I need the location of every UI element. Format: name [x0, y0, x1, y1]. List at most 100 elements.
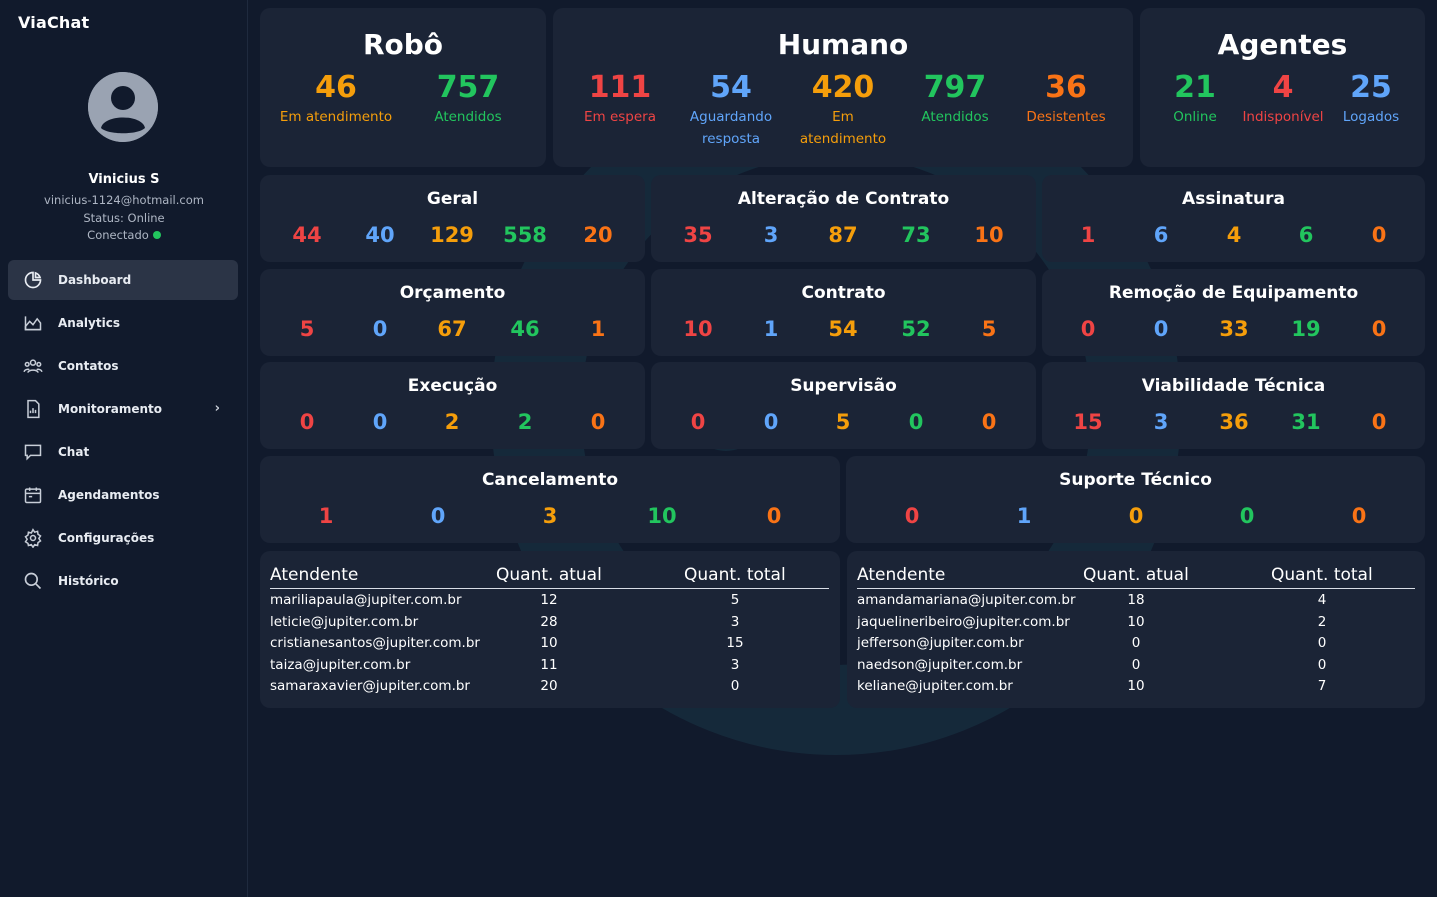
queue-value: 46 [510, 317, 540, 341]
queue-value: 129 [430, 223, 474, 247]
pie-chart-icon [22, 269, 44, 291]
queue-value: 67 [437, 317, 467, 341]
stat-value: 4 [1272, 70, 1294, 105]
table-cell: 10 [540, 635, 558, 651]
queue-value: 44 [292, 223, 322, 247]
queue-card-assinatura: Assinatura 1 6 4 6 0 [1042, 175, 1425, 262]
stat-value: 111 [588, 70, 652, 105]
table-header: Atendente Quant. atual Quant. total [270, 551, 829, 589]
queue-value: 54 [828, 317, 858, 341]
stat-em-atendimento: 420 Em atendimento [793, 70, 893, 150]
queue-value: 1 [1016, 504, 1032, 528]
queue-value: 558 [503, 223, 547, 247]
sidebar-item-label: Histórico [58, 574, 119, 588]
queue-value: 2 [517, 410, 533, 434]
stat-label: Aguardando resposta [689, 109, 773, 147]
queue-values: 15 3 36 31 0 [1042, 410, 1425, 436]
stat-value: 797 [923, 70, 987, 105]
table-row: jefferson@jupiter.com.br 0 0 [857, 632, 1415, 654]
stat-value: 25 [1350, 70, 1392, 105]
stat-desistentes: 36 Desistentes [1016, 70, 1116, 128]
queue-values: 10 1 54 52 5 [651, 317, 1036, 343]
sidebar-item-analytics[interactable]: Analytics [8, 303, 238, 343]
sidebar-item-chat[interactable]: Chat [8, 432, 238, 472]
table-cell: 3 [730, 613, 740, 630]
queue-card-contrato: Contrato 10 1 54 52 5 [651, 269, 1036, 356]
queue-values: 1 6 4 6 0 [1042, 223, 1425, 249]
table-cell: 7 [1317, 678, 1327, 694]
sidebar-item-monitoramento[interactable]: Monitoramento › [8, 389, 238, 429]
queue-value: 40 [365, 223, 395, 247]
queue-value: 0 [690, 410, 706, 434]
queue-card-supervisao: Supervisão 0 0 5 0 0 [651, 362, 1036, 449]
queue-values: 35 3 87 73 10 [651, 223, 1036, 249]
queue-value: 2 [444, 410, 460, 434]
table-cell: 0 [1131, 656, 1141, 673]
stat-value: 54 [710, 70, 752, 105]
queue-value: 0 [1239, 504, 1255, 528]
sidebar-item-dashboard[interactable]: Dashboard [8, 260, 238, 300]
table-row: amandamariana@jupiter.com.br 18 4 [857, 589, 1415, 611]
chevron-right-icon[interactable]: › [215, 401, 220, 416]
stat-label: Atendidos [921, 109, 989, 125]
queue-value: 0 [766, 504, 782, 528]
sidebar-item-label: Monitoramento [58, 402, 163, 416]
queue-value: 3 [763, 223, 779, 247]
queue-value: 1 [318, 504, 334, 528]
card-title: Humano [777, 28, 909, 61]
queue-title: Contrato [801, 283, 886, 303]
queue-value: 36 [1219, 410, 1249, 434]
table-cell: samaraxavier@jupiter.com.br [270, 678, 470, 694]
queue-values: 0 0 33 19 0 [1042, 317, 1425, 343]
queue-title: Alteração de Contrato [737, 189, 950, 209]
stat-label: Em atendimento [279, 109, 393, 125]
sidebar-item-label: Configurações [58, 531, 155, 545]
sidebar-item-historico[interactable]: Histórico [8, 561, 238, 601]
search-icon [22, 570, 44, 592]
avatar[interactable] [88, 72, 158, 142]
queue-value: 31 [1291, 410, 1321, 434]
sidebar: ViaChat Vinicius S vinicius-1124@hotmail… [0, 0, 248, 897]
table-cell: jefferson@jupiter.com.br [857, 635, 1024, 651]
stat-atendidos: 757 Atendidos [413, 70, 523, 128]
stat-label: Atendidos [434, 109, 502, 125]
sidebar-item-configuracoes[interactable]: Configurações [8, 518, 238, 558]
column-header: Quant. atual [1083, 565, 1189, 585]
queue-value: 0 [763, 410, 779, 434]
sidebar-item-label: Agendamentos [58, 488, 160, 502]
column-header: Atendente [270, 565, 359, 585]
card-title: Robô [362, 28, 444, 61]
table-cell: keliane@jupiter.com.br [857, 678, 1013, 694]
sidebar-item-contatos[interactable]: Contatos [8, 346, 238, 386]
queue-title: Viabilidade Técnica [1141, 376, 1326, 396]
queue-card-execucao: Execução 0 0 2 2 0 [260, 362, 645, 449]
queue-value: 87 [828, 223, 858, 247]
table-cell: naedson@jupiter.com.br [857, 656, 1023, 673]
user-status: Status: Online [83, 211, 165, 225]
queue-values: 44 40 129 558 20 [260, 223, 645, 249]
queue-value: 6 [1153, 223, 1169, 247]
table-row: jaquelineribeiro@jupiter.com.br 10 2 [857, 611, 1415, 633]
card-robo: Robô 46 Em atendimento 757 Atendidos [260, 8, 546, 167]
sidebar-item-agendamentos[interactable]: Agendamentos [8, 475, 238, 515]
queue-value: 0 [1128, 504, 1144, 528]
table-row: cristianesantos@jupiter.com.br 10 15 [270, 632, 830, 654]
queue-title: Remoção de Equipamento [1108, 283, 1359, 303]
queue-value: 10 [974, 223, 1004, 247]
stat-online: 21 Online [1160, 70, 1230, 128]
users-icon [22, 355, 44, 377]
table-row: naedson@jupiter.com.br 0 0 [857, 654, 1415, 676]
sidebar-item-label: Dashboard [58, 273, 132, 287]
queue-value: 3 [1153, 410, 1169, 434]
queue-value: 0 [981, 410, 997, 434]
table-cell: jaquelineribeiro@jupiter.com.br [857, 613, 1070, 630]
table-row: mariliapaula@jupiter.com.br 12 5 [270, 589, 830, 611]
queue-card-viabilidade-tecnica: Viabilidade Técnica 15 3 36 31 0 [1042, 362, 1425, 449]
table-row: leticie@jupiter.com.br 28 3 [270, 611, 830, 633]
stat-logados: 25 Logados [1336, 70, 1406, 128]
table-header: Atendente Quant. atual Quant. total [857, 551, 1415, 589]
table-cell: 2 [1317, 613, 1327, 630]
card-humano: Humano 111 Em espera 54 Aguardando respo… [553, 8, 1133, 167]
user-icon [88, 72, 158, 142]
queue-values: 0 0 2 2 0 [260, 410, 645, 436]
